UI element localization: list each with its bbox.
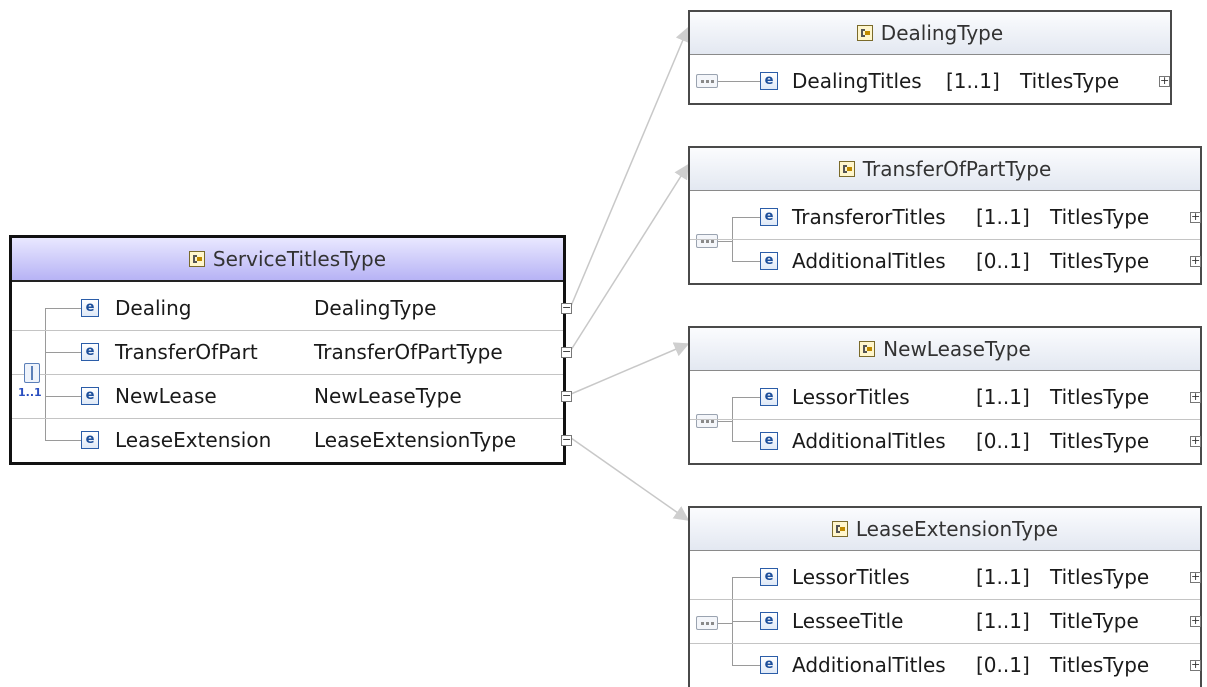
element-type: TitleType [1050,609,1139,633]
element-name: LeaseExtension [115,428,272,452]
element-cardinality: [0..1] [976,429,1030,453]
element-name: LessorTitles [792,385,910,409]
element-cardinality: [1..1] [976,565,1030,589]
newlease-type-box[interactable]: NewLeaseType e LessorTitles [1..1] Title… [688,326,1202,465]
complex-type-icon [859,341,876,357]
element-type: TitlesType [1050,653,1150,677]
element-name: TransferorTitles [792,205,946,229]
element-name: LesseeTitle [792,609,904,633]
element-name: TransferOfPart [115,340,258,364]
element-icon: e [81,299,99,317]
connector-newlease [570,342,690,395]
complex-type-icon [188,251,205,267]
element-type: TitlesType [1050,249,1150,273]
element-cardinality: [1..1] [976,385,1030,409]
complex-type-icon [856,25,873,41]
expand-icon[interactable]: + [1190,571,1201,583]
expand-icon[interactable]: + [1190,211,1201,223]
element-type: TransferOfPartType [314,340,503,364]
dealing-type-header[interactable]: DealingType [690,12,1170,55]
element-row-additionaltitles[interactable]: e AdditionalTitles [0..1] TitlesType + [690,239,1201,283]
element-type: TitlesType [1050,385,1150,409]
element-cardinality: [1..1] [976,205,1030,229]
element-name: Dealing [115,296,192,320]
element-type: TitlesType [1050,205,1150,229]
element-name: DealingTitles [792,69,922,93]
element-name: LessorTitles [792,565,910,589]
connector-transferofpart [570,163,689,351]
expand-icon[interactable]: + [1190,391,1201,403]
element-cardinality: [0..1] [976,249,1030,273]
element-row-leaseextension[interactable]: e LeaseExtension LeaseExtensionType − [12,418,572,462]
transferofpart-type-title: TransferOfPartType [862,157,1052,181]
element-icon: e [760,656,778,674]
element-icon: e [760,388,778,406]
expand-icon[interactable]: + [1190,255,1201,267]
element-name: NewLease [115,384,217,408]
element-type: TitlesType [1050,565,1150,589]
element-cardinality: [0..1] [976,653,1030,677]
newlease-type-header[interactable]: NewLeaseType [690,328,1200,371]
service-titles-type-title: ServiceTitlesType [212,247,387,271]
newlease-type-title: NewLeaseType [883,337,1031,361]
element-row-lessortitles[interactable]: e LessorTitles [1..1] TitlesType + [690,555,1201,600]
element-row-lessortitles[interactable]: e LessorTitles [1..1] TitlesType + [690,375,1201,420]
element-row-dealing[interactable]: e Dealing DealingType − [12,286,572,331]
element-row-dealingtitles[interactable]: e DealingTitles [1..1] TitlesType + [690,59,1170,103]
element-type: TitlesType [1020,69,1120,93]
element-name: AdditionalTitles [792,653,946,677]
element-icon: e [760,252,778,270]
element-row-newlease[interactable]: e NewLease NewLeaseType − [12,374,572,419]
element-type: NewLeaseType [314,384,462,408]
leaseextension-type-box[interactable]: LeaseExtensionType e LessorTitles [1..1]… [688,506,1202,687]
collapse-icon[interactable]: − [561,346,572,358]
element-row-transferofpart[interactable]: e TransferOfPart TransferOfPartType − [12,330,572,375]
expand-icon[interactable]: + [1159,75,1170,87]
connector-leaseextension [570,437,690,521]
element-row-lesseetitle[interactable]: e LesseeTitle [1..1] TitleType + [690,599,1201,644]
element-icon: e [760,568,778,586]
leaseextension-type-header[interactable]: LeaseExtensionType [690,508,1200,551]
element-cardinality: [1..1] [976,609,1030,633]
collapse-icon[interactable]: − [561,390,572,402]
element-icon: e [760,72,778,90]
element-name: AdditionalTitles [792,429,946,453]
element-row-transferortitles[interactable]: e TransferorTitles [1..1] TitlesType + [690,195,1201,240]
service-titles-type-box[interactable]: ServiceTitlesType e Dealing DealingType … [9,235,572,465]
expand-icon[interactable]: + [1190,615,1201,627]
element-type: DealingType [314,296,437,320]
element-icon: e [81,431,99,449]
collapse-icon[interactable]: − [561,434,572,446]
expand-icon[interactable]: + [1190,659,1201,671]
element-row-additionaltitles[interactable]: e AdditionalTitles [0..1] TitlesType + [690,419,1201,463]
element-name: AdditionalTitles [792,249,946,273]
expand-icon[interactable]: + [1190,435,1201,447]
dealing-type-box[interactable]: DealingType e DealingTitles [1..1] Title… [688,10,1172,105]
element-icon: e [81,387,99,405]
element-icon: e [81,343,99,361]
element-icon: e [760,208,778,226]
element-icon: e [760,432,778,450]
complex-type-icon [831,521,848,537]
leaseextension-type-title: LeaseExtensionType [855,517,1059,541]
choice-cardinality: 1..1 [18,386,42,399]
element-type: TitlesType [1050,429,1150,453]
element-icon: e [760,612,778,630]
connector-dealing [570,26,690,307]
dealing-type-title: DealingType [880,21,1004,45]
collapse-icon[interactable]: − [561,302,572,314]
element-cardinality: [1..1] [946,69,1000,93]
service-titles-type-header[interactable]: ServiceTitlesType [12,238,563,282]
complex-type-icon [838,161,855,177]
transferofpart-type-box[interactable]: TransferOfPartType e TransferorTitles [1… [688,146,1202,285]
choice-icon[interactable] [24,363,40,383]
element-row-additionaltitles[interactable]: e AdditionalTitles [0..1] TitlesType + [690,643,1201,687]
transferofpart-type-header[interactable]: TransferOfPartType [690,148,1200,191]
element-type: LeaseExtensionType [314,428,517,452]
